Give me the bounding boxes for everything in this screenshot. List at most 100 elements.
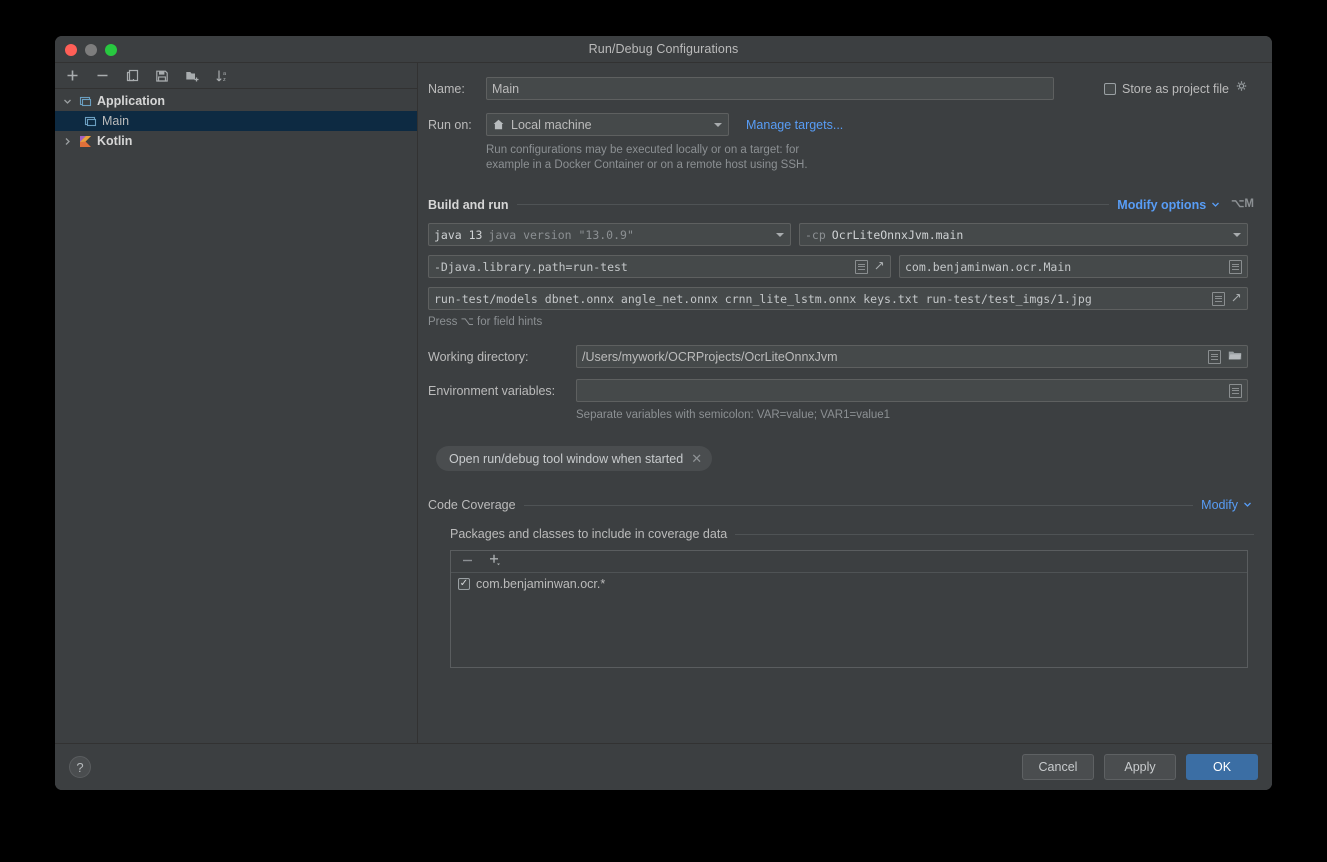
working-directory-input[interactable]: /Users/mywork/OCRProjects/OcrLiteOnnxJvm bbox=[576, 345, 1248, 368]
environment-variables-label: Environment variables: bbox=[428, 383, 556, 398]
vm-options-input[interactable]: -Djava.library.path=run-test bbox=[428, 255, 891, 278]
expand-editor-icon[interactable] bbox=[1212, 291, 1225, 306]
save-configuration-button[interactable] bbox=[153, 67, 171, 85]
remove-package-button[interactable] bbox=[461, 554, 474, 570]
configurations-sidebar: a z Application Main Kotlin bbox=[55, 63, 418, 790]
sort-az-icon[interactable]: a z bbox=[213, 67, 231, 85]
chevron-right-icon[interactable] bbox=[62, 136, 73, 147]
chevron-down-icon[interactable] bbox=[1211, 198, 1220, 212]
open-tool-window-chip[interactable]: Open run/debug tool window when started … bbox=[436, 446, 713, 471]
build-and-run-title: Build and run bbox=[428, 197, 509, 212]
configuration-editor-pane: Name: Main ✓ Store as project file Ru bbox=[418, 63, 1272, 790]
tree-item-label: Kotlin bbox=[97, 134, 133, 148]
help-button[interactable]: ? bbox=[69, 756, 91, 778]
kotlin-icon bbox=[78, 134, 92, 148]
jre-combo[interactable]: java 13 java version "13.0.9" bbox=[428, 223, 791, 246]
expand-editor-icon[interactable] bbox=[1208, 349, 1221, 364]
tree-item-kotlin[interactable]: Kotlin bbox=[55, 131, 417, 151]
chevron-down-icon[interactable] bbox=[1243, 498, 1252, 512]
tree-item-label: Application bbox=[97, 94, 166, 108]
working-directory-value: /Users/mywork/OCRProjects/OcrLiteOnnxJvm bbox=[582, 349, 838, 364]
main-class-value: com.benjaminwan.ocr.Main bbox=[905, 259, 1072, 274]
working-directory-label: Working directory: bbox=[428, 349, 529, 364]
ok-button[interactable]: OK bbox=[1186, 754, 1258, 780]
environment-variables-input[interactable] bbox=[576, 379, 1248, 402]
store-as-project-file-label: Store as project file bbox=[1122, 81, 1229, 96]
modify-options-link[interactable]: Modify options bbox=[1117, 198, 1206, 212]
name-label: Name: bbox=[428, 81, 465, 96]
coverage-list-item[interactable]: ✓ com.benjaminwan.ocr.* bbox=[451, 573, 1247, 591]
title-bar: Run/Debug Configurations bbox=[55, 36, 1272, 63]
run-on-hint: Run configurations may be executed local… bbox=[486, 143, 1254, 173]
application-icon bbox=[83, 114, 97, 128]
expand-diagonal-icon[interactable] bbox=[1231, 292, 1242, 306]
chevron-down-icon bbox=[1233, 232, 1241, 237]
run-on-row: Run on: Local machine Manage targets... bbox=[428, 113, 1254, 136]
folder-add-icon[interactable] bbox=[183, 67, 201, 85]
program-arguments-value: run-test/models dbnet.onnx angle_net.onn… bbox=[434, 291, 1092, 306]
application-icon bbox=[78, 94, 92, 108]
code-coverage-modify-link[interactable]: Modify bbox=[1201, 498, 1238, 512]
dialog-body: a z Application Main Kotlin Name: Main S… bbox=[55, 63, 1272, 790]
run-on-label: Run on: bbox=[428, 117, 472, 132]
gear-icon[interactable] bbox=[1235, 80, 1248, 98]
code-coverage-title: Code Coverage bbox=[428, 498, 516, 512]
run-on-combo[interactable]: Local machine bbox=[486, 113, 729, 136]
jre-version-hint: java version "13.0.9" bbox=[488, 227, 634, 242]
coverage-item-label: com.benjaminwan.ocr.* bbox=[476, 577, 606, 591]
working-directory-row: Working directory: /Users/mywork/OCRProj… bbox=[428, 345, 1254, 368]
add-package-button[interactable] bbox=[488, 553, 503, 570]
close-icon[interactable]: ✕ bbox=[691, 451, 702, 467]
tree-item-main[interactable]: Main bbox=[55, 111, 417, 131]
field-hints-text: Press ⌥ for field hints bbox=[428, 316, 543, 328]
expand-editor-icon[interactable] bbox=[1229, 259, 1242, 274]
minimize-window-button[interactable] bbox=[85, 44, 97, 56]
program-arguments-input[interactable]: run-test/models dbnet.onnx angle_net.onn… bbox=[428, 287, 1248, 310]
environment-variables-row: Environment variables: bbox=[428, 379, 1254, 402]
expand-editor-icon[interactable] bbox=[855, 259, 868, 274]
tree-item-label: Main bbox=[102, 114, 130, 128]
packages-section-header: Packages and classes to include in cover… bbox=[450, 527, 1254, 541]
program-arguments-row: run-test/models dbnet.onnx angle_net.onn… bbox=[428, 287, 1254, 310]
modify-options-shortcut: ⌥M bbox=[1231, 198, 1254, 210]
packages-title: Packages and classes to include in cover… bbox=[450, 527, 728, 541]
dialog-footer: ? Cancel Apply OK bbox=[55, 743, 1272, 790]
store-as-project-file-checkbox[interactable]: ✓ bbox=[1104, 82, 1116, 95]
tree-item-application[interactable]: Application bbox=[55, 91, 417, 111]
expand-editor-icon[interactable] bbox=[1229, 383, 1242, 398]
classpath-combo[interactable]: -cp OcrLiteOnnxJvm.main bbox=[799, 223, 1248, 246]
name-row: Name: Main ✓ Store as project file bbox=[428, 77, 1254, 100]
environment-variables-hint: Separate variables with semicolon: VAR=v… bbox=[576, 409, 891, 421]
build-and-run-section-header: Build and run Modify options ⌥M bbox=[428, 197, 1254, 212]
chevron-down-icon[interactable] bbox=[62, 96, 73, 107]
sidebar-toolbar: a z bbox=[55, 63, 417, 89]
run-on-value: Local machine bbox=[511, 117, 592, 132]
browse-folder-icon[interactable] bbox=[1228, 349, 1242, 365]
run-debug-configurations-dialog: Run/Debug Configurations a z Application… bbox=[55, 36, 1272, 790]
chevron-down-icon bbox=[714, 122, 722, 127]
maximize-window-button[interactable] bbox=[105, 44, 117, 56]
coverage-packages-box: ✓ com.benjaminwan.ocr.* bbox=[450, 550, 1248, 668]
apply-button[interactable]: Apply bbox=[1104, 754, 1176, 780]
home-icon bbox=[492, 118, 505, 131]
section-divider bbox=[523, 504, 1194, 506]
vm-options-value: -Djava.library.path=run-test bbox=[434, 259, 628, 274]
main-class-input[interactable]: com.benjaminwan.ocr.Main bbox=[899, 255, 1248, 278]
jre-value: java 13 bbox=[434, 227, 483, 242]
add-configuration-button[interactable] bbox=[63, 67, 81, 85]
run-on-hint-line2: example in a Docker Container or on a re… bbox=[486, 159, 808, 171]
remove-configuration-button[interactable] bbox=[93, 67, 111, 85]
section-divider bbox=[735, 533, 1254, 535]
copy-configuration-button[interactable] bbox=[123, 67, 141, 85]
manage-targets-link[interactable]: Manage targets... bbox=[746, 118, 843, 132]
coverage-item-checkbox[interactable]: ✓ bbox=[458, 578, 470, 590]
section-divider bbox=[516, 204, 1110, 205]
close-window-button[interactable] bbox=[65, 44, 77, 56]
expand-diagonal-icon[interactable] bbox=[874, 260, 885, 274]
code-coverage-section-header: Code Coverage Modify bbox=[428, 498, 1254, 512]
run-on-hint-line1: Run configurations may be executed local… bbox=[486, 144, 800, 156]
name-input[interactable]: Main bbox=[486, 77, 1054, 100]
chevron-down-icon bbox=[776, 232, 784, 237]
cancel-button[interactable]: Cancel bbox=[1022, 754, 1094, 780]
configurations-tree: Application Main Kotlin bbox=[55, 89, 417, 790]
